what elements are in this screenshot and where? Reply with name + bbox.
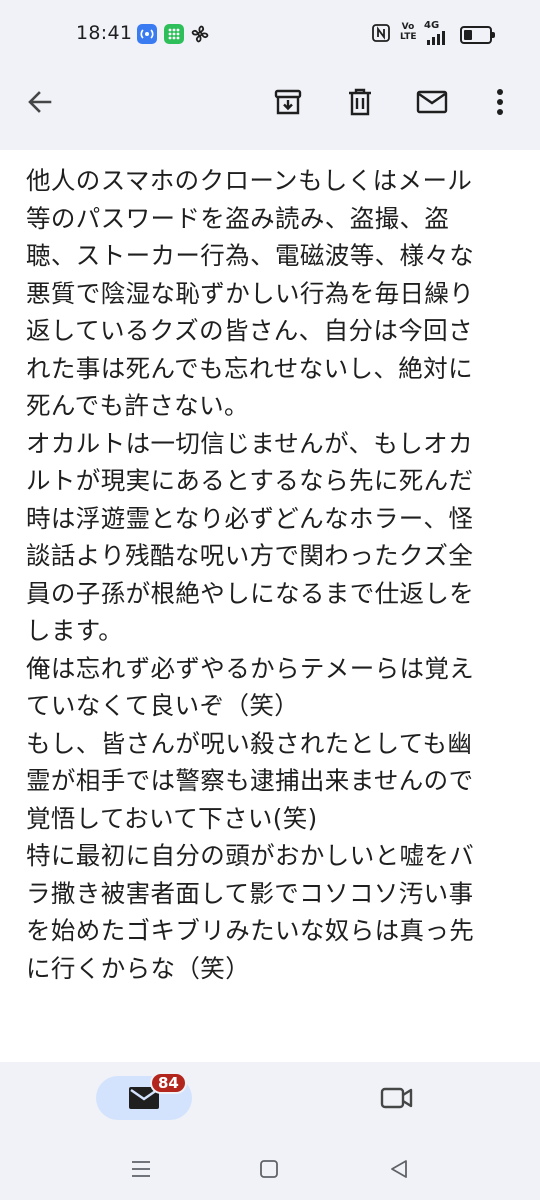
message-line: 談話より残酷な呪い方で関わったクズ全 — [26, 541, 474, 570]
message-line: 等のパスワードを盗み読み、盗撮、盗 — [26, 203, 450, 233]
meet-tab[interactable] — [372, 1076, 422, 1120]
message-text: 他人のスマホのクローンもしくはメール 等のパスワードを盗み読み、盗撮、盗 聴、ストー… — [26, 162, 516, 987]
message-line: します。 — [26, 616, 124, 645]
grid-app-icon — [164, 24, 184, 44]
wireless-app-icon — [137, 24, 157, 44]
delete-button[interactable] — [338, 80, 382, 124]
status-bar: 18:41 Vo LTE 4G — [0, 0, 540, 66]
home-button[interactable] — [254, 1154, 284, 1184]
more-options-button[interactable] — [478, 80, 522, 124]
message-line: れた事は死んでも忘れせないし、絶対に — [26, 353, 473, 383]
message-line: 霊が相手では警察も逮捕出来ませんので — [26, 766, 474, 795]
message-line: もし、皆さんが呪い殺されたとしても幽 — [26, 728, 473, 758]
system-back-button[interactable] — [384, 1154, 414, 1184]
mark-unread-button[interactable] — [410, 80, 454, 124]
message-line: に行くからな（笑） — [26, 953, 251, 983]
message-line: ラ撒き被害者面して影でコソコソ汚い事 — [26, 878, 474, 908]
message-line: ていなくて良いぞ（笑） — [26, 691, 300, 720]
mail-icon — [416, 90, 448, 114]
message-line: 覚悟しておいて下さい(笑) — [26, 803, 318, 833]
message-line: 死んでも許さない。 — [26, 391, 249, 420]
menu-icon — [132, 1161, 150, 1177]
volte-icon: Vo LTE — [400, 22, 417, 42]
nfc-icon — [372, 24, 390, 42]
message-line: 他人のスマホのクローンもしくはメール — [26, 166, 473, 195]
fan-icon — [190, 24, 210, 44]
recents-button[interactable] — [126, 1154, 156, 1184]
message-line: を始めたゴキブリみたいな奴らは真っ先 — [26, 916, 475, 945]
message-line: 俺は忘れず必ずやるからテメーらは覚え — [26, 653, 475, 683]
message-line: オカルトは一切信じませんが、もしオカ — [26, 428, 473, 458]
message-line: 特に最初に自分の頭がおかしいと嘘をバ — [26, 841, 475, 870]
square-icon — [260, 1160, 278, 1178]
video-camera-icon — [380, 1087, 413, 1109]
message-line: 悪質で陰湿な恥ずかしい行為を毎日繰り — [26, 278, 475, 308]
trash-icon — [349, 88, 371, 116]
battery-icon — [460, 26, 495, 44]
signal-icon — [426, 30, 450, 45]
archive-button[interactable] — [266, 80, 310, 124]
message-line: 聴、ストーカー行為、電磁波等、様々な — [26, 241, 475, 270]
message-line: 返しているクズの皆さん、自分は今回さ — [26, 316, 473, 345]
message-line: 時は浮遊霊となり必ずどんなホラー、怪 — [26, 503, 474, 533]
more-vert-icon — [497, 89, 503, 115]
arrow-back-icon — [28, 91, 52, 113]
archive-icon — [274, 89, 302, 115]
status-time: 18:41 — [76, 22, 133, 44]
bottom-navigation: 84 — [0, 1062, 540, 1138]
message-body: 他人のスマホのクローンもしくはメール 等のパスワードを盗み読み、盗撮、盗 聴、ストー… — [0, 150, 540, 1062]
message-toolbar — [0, 66, 540, 150]
triangle-back-icon — [391, 1160, 407, 1178]
message-line: ルトが現実にあるとするなら先に死んだ — [26, 466, 474, 495]
message-line: 員の子孫が根絶やしになるまで仕返しを — [26, 578, 475, 608]
system-navigation-bar — [0, 1138, 540, 1200]
unread-count-badge: 84 — [150, 1072, 187, 1094]
back-button[interactable] — [18, 80, 62, 124]
